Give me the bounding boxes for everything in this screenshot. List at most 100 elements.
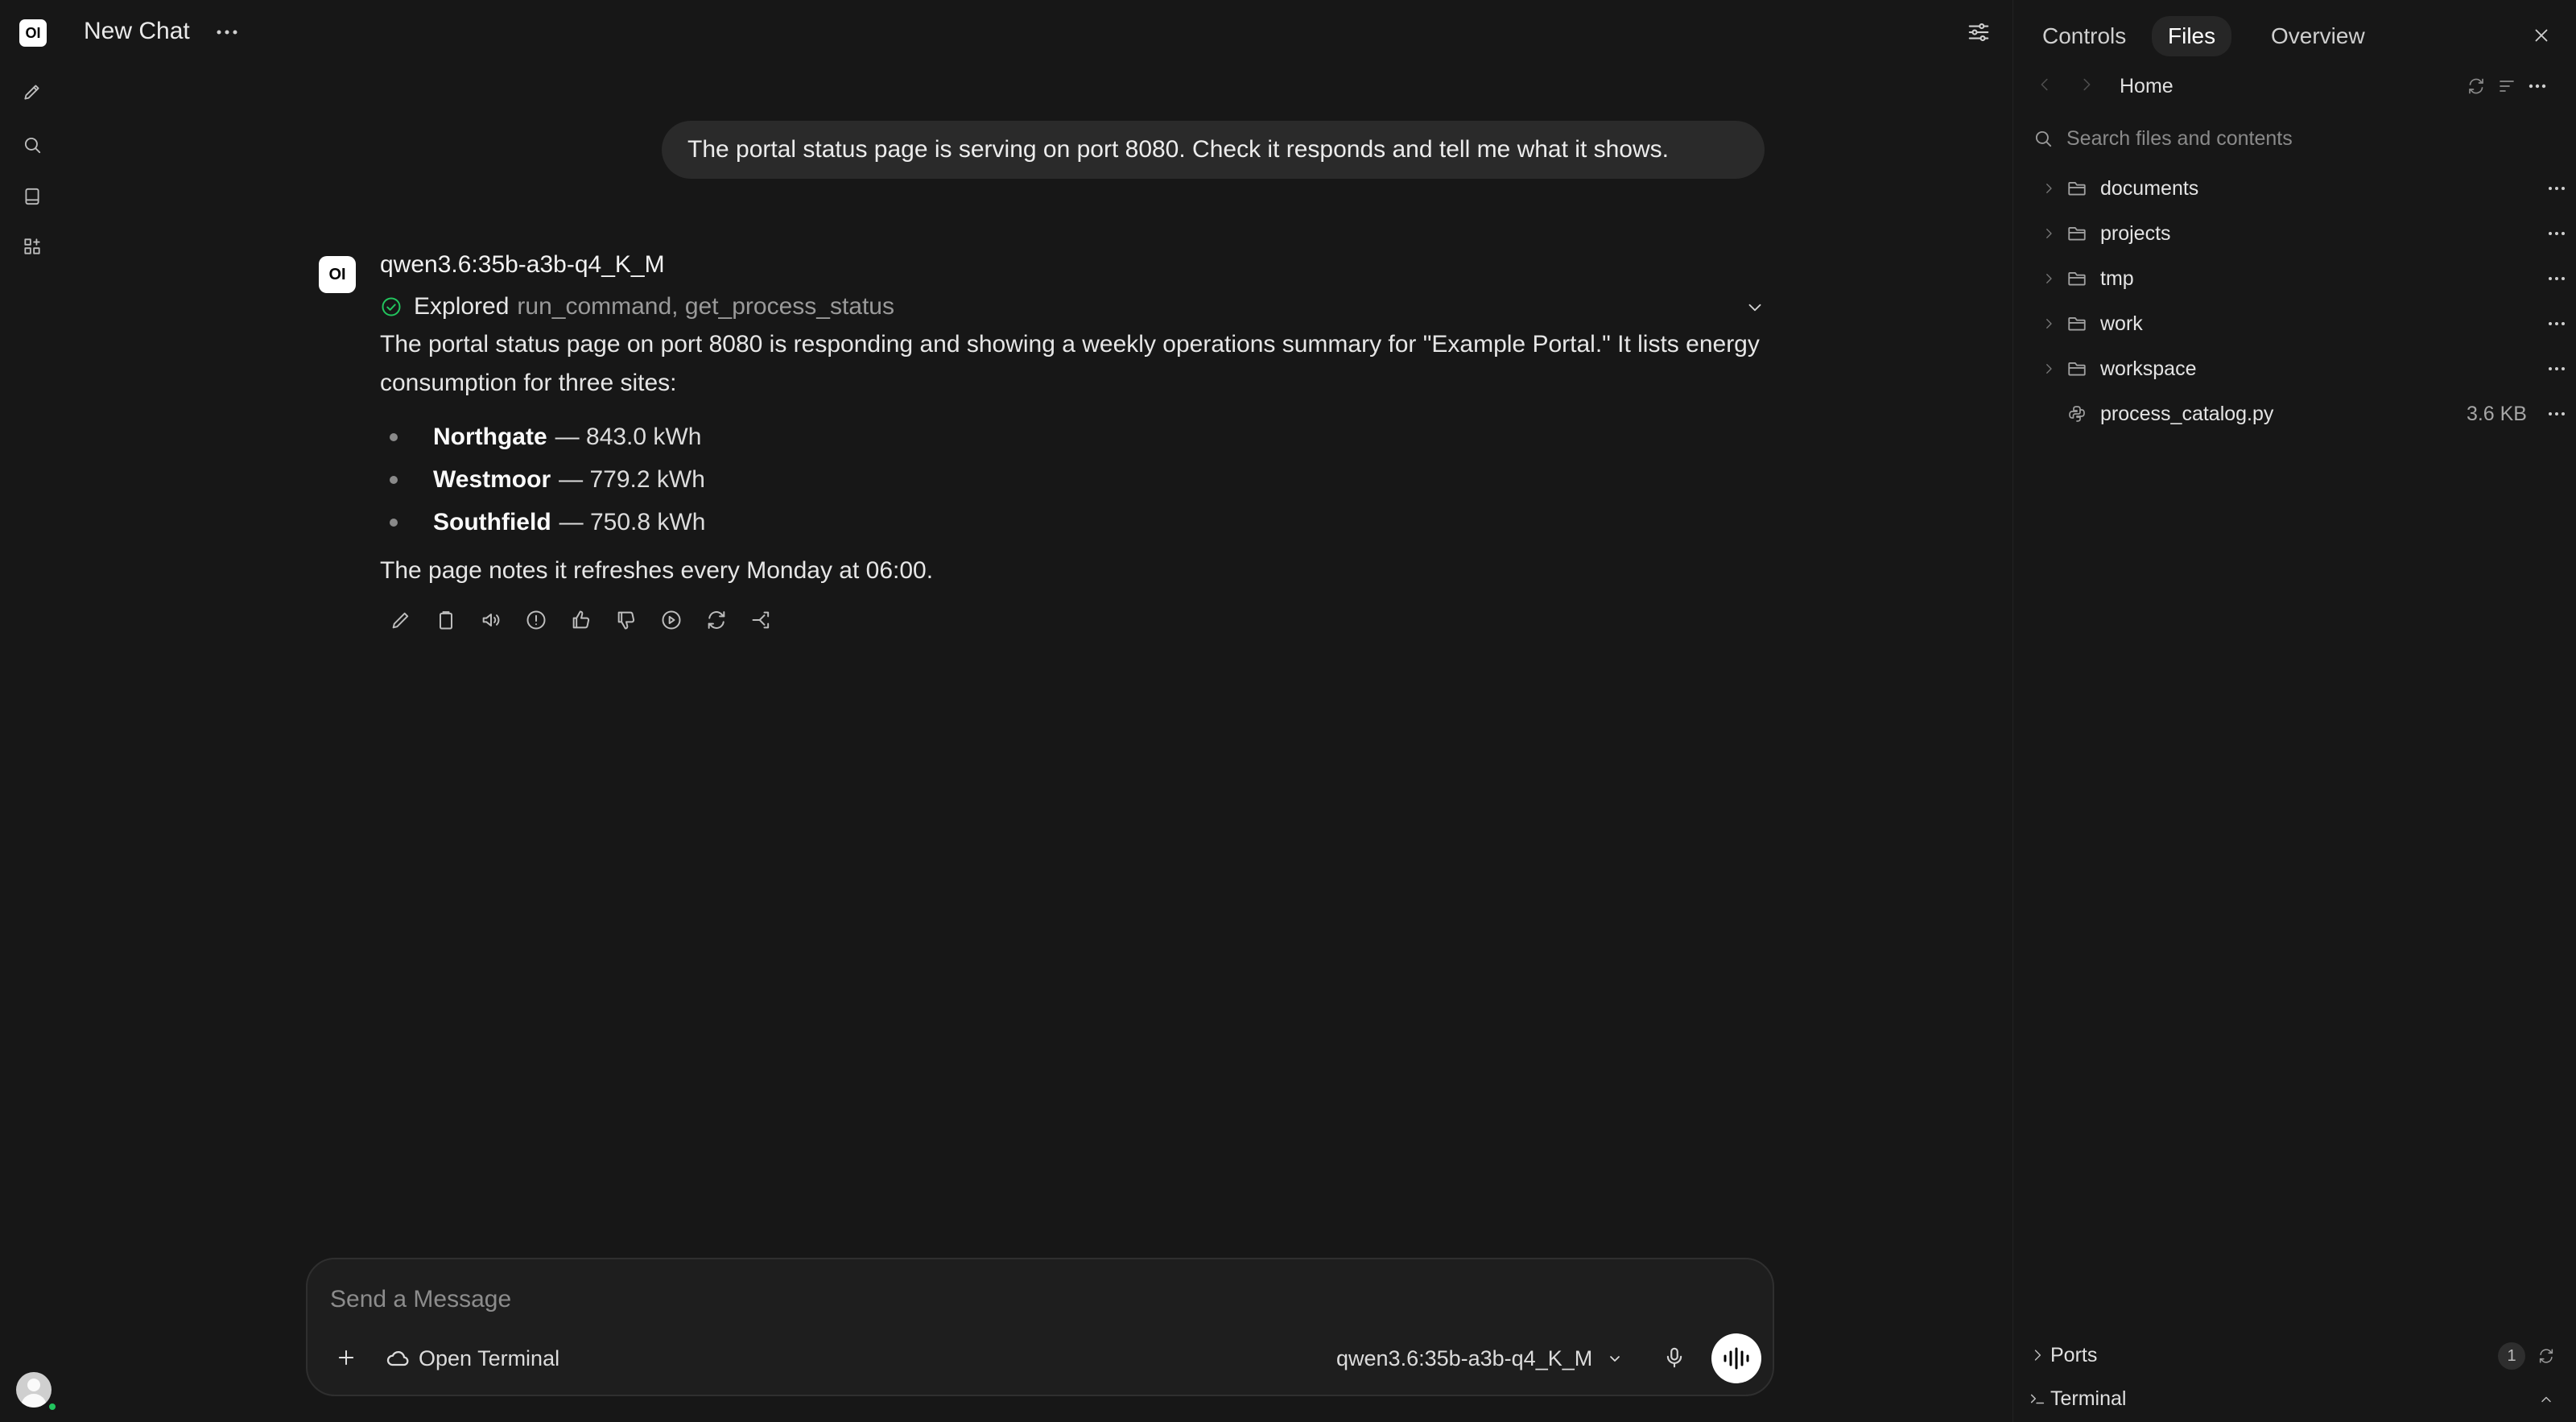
app-logo[interactable]: OI xyxy=(19,19,47,47)
row-more-button[interactable] xyxy=(2545,267,2569,290)
bullet-icon xyxy=(390,475,398,484)
grid-icon xyxy=(24,238,40,254)
chevron-right-icon[interactable] xyxy=(2037,358,2060,380)
plus-icon xyxy=(338,1350,354,1366)
waveform-icon xyxy=(1724,1347,1749,1370)
ellipsis-icon xyxy=(2549,322,2565,325)
file-tree-row[interactable]: process_catalog.py 3.6 KB xyxy=(2013,391,2576,436)
python-file-icon xyxy=(2065,402,2089,426)
folder-icon xyxy=(2065,221,2089,246)
sort-files-button[interactable] xyxy=(2493,72,2520,100)
info-button[interactable] xyxy=(522,606,551,635)
file-name: workspace xyxy=(2100,358,2197,380)
file-name: tmp xyxy=(2100,267,2134,290)
message-input[interactable] xyxy=(330,1284,1699,1316)
terminal-section[interactable]: Terminal xyxy=(2013,1379,2576,1419)
tool-status-verb: Explored xyxy=(414,293,510,320)
tool-call-status[interactable]: Explored run_command, get_process_status xyxy=(380,291,894,322)
thumbs-up-button[interactable] xyxy=(567,606,596,635)
chevron-right-icon xyxy=(2026,1344,2049,1366)
chevron-down-icon xyxy=(1610,1356,1620,1362)
edit-button[interactable] xyxy=(386,606,415,635)
file-tree-row[interactable]: tmp xyxy=(2013,256,2576,301)
tab-controls[interactable]: Controls xyxy=(2026,16,2142,56)
notes-button[interactable] xyxy=(18,182,47,211)
row-more-button[interactable] xyxy=(2545,177,2569,200)
user-avatar[interactable] xyxy=(16,1372,52,1408)
tab-overview[interactable]: Overview xyxy=(2255,16,2381,56)
chevron-right-icon[interactable] xyxy=(2037,177,2060,200)
controls-toggle-button[interactable] xyxy=(1963,16,1995,48)
file-tree: documents projects tmp work workspace pr… xyxy=(2013,166,2576,436)
copy-button[interactable] xyxy=(431,606,460,635)
sort-icon xyxy=(2500,81,2514,92)
attach-button[interactable] xyxy=(328,1340,364,1375)
row-more-button[interactable] xyxy=(2545,403,2569,425)
open-terminal-button[interactable]: Open Terminal xyxy=(385,1343,559,1374)
chevron-right-icon[interactable] xyxy=(2037,222,2060,245)
continue-button[interactable] xyxy=(657,606,686,635)
nav-forward-button[interactable] xyxy=(2074,72,2099,97)
assistant-model-name: qwen3.6:35b-a3b-q4_K_M xyxy=(380,251,665,278)
sliders-icon xyxy=(1968,23,1989,42)
row-more-button[interactable] xyxy=(2545,312,2569,335)
thumbs-down-button[interactable] xyxy=(612,606,641,635)
file-tree-row[interactable]: documents xyxy=(2013,166,2576,211)
site-value: — 750.8 kWh xyxy=(559,508,706,535)
voice-mode-button[interactable] xyxy=(1711,1333,1761,1383)
read-aloud-button[interactable] xyxy=(477,606,506,635)
terminal-label: Terminal xyxy=(2050,1387,2127,1410)
copy-icon xyxy=(440,611,452,630)
chevron-right-icon[interactable] xyxy=(2037,267,2060,290)
cloud-icon xyxy=(386,1350,409,1366)
regenerate-button[interactable] xyxy=(702,606,731,635)
file-tree-row[interactable]: work xyxy=(2013,301,2576,346)
list-item: Westmoor — 779.2 kWh xyxy=(380,458,705,501)
model-selector[interactable]: qwen3.6:35b-a3b-q4_K_M xyxy=(1336,1343,1624,1374)
ports-section[interactable]: Ports 1 xyxy=(2013,1335,2576,1375)
files-more-button[interactable] xyxy=(2524,72,2551,100)
microphone-icon xyxy=(1666,1347,1682,1368)
new-chat-button[interactable] xyxy=(18,77,47,106)
file-name: documents xyxy=(2100,177,2199,200)
nav-back-button[interactable] xyxy=(2033,72,2057,97)
search-button[interactable] xyxy=(18,130,47,159)
tab-files[interactable]: Files xyxy=(2152,16,2232,56)
refresh-icon xyxy=(2539,1349,2553,1363)
tool-call-expand-button[interactable] xyxy=(1739,291,1771,324)
terminal-toggle-button[interactable] xyxy=(2533,1387,2559,1412)
row-more-button[interactable] xyxy=(2545,222,2569,245)
check-circle-icon xyxy=(382,297,401,316)
file-search-input[interactable] xyxy=(2066,126,2549,151)
site-name: Northgate xyxy=(433,423,547,450)
tool-status-tools: run_command, get_process_status xyxy=(517,293,894,320)
assistant-note: The page notes it refreshes every Monday… xyxy=(380,557,934,584)
dictate-button[interactable] xyxy=(1658,1341,1690,1374)
file-name: process_catalog.py xyxy=(2100,403,2274,425)
thumbs-down-icon xyxy=(617,611,635,630)
assistant-paragraph: The portal status page on port 8080 is r… xyxy=(380,331,1760,396)
close-panel-button[interactable] xyxy=(2525,19,2557,52)
ports-refresh-button[interactable] xyxy=(2533,1343,2559,1369)
bullet-icon xyxy=(390,432,398,441)
left-sidebar: OI xyxy=(0,0,64,1422)
ellipsis-icon xyxy=(2549,232,2565,235)
workspace-button[interactable] xyxy=(18,232,47,261)
branch-button[interactable] xyxy=(747,606,776,635)
pencil-icon xyxy=(24,85,39,100)
file-size: 3.6 KB xyxy=(2466,403,2527,425)
selected-model-label: qwen3.6:35b-a3b-q4_K_M xyxy=(1336,1346,1593,1370)
list-item: Northgate — 843.0 kWh xyxy=(380,415,705,458)
ellipsis-icon xyxy=(2549,412,2565,415)
breadcrumb[interactable]: Home xyxy=(2120,72,2174,100)
chevron-right-icon[interactable] xyxy=(2037,312,2060,335)
row-more-button[interactable] xyxy=(2545,358,2569,380)
refresh-files-button[interactable] xyxy=(2462,72,2490,100)
ellipsis-icon xyxy=(2549,367,2565,370)
file-tree-row[interactable]: workspace xyxy=(2013,346,2576,391)
chat-title[interactable]: New Chat xyxy=(84,18,190,45)
chat-menu-button[interactable] xyxy=(211,18,243,47)
file-tree-row[interactable]: projects xyxy=(2013,211,2576,256)
avatar-head xyxy=(27,1379,40,1391)
thumbs-up-icon xyxy=(572,610,590,629)
